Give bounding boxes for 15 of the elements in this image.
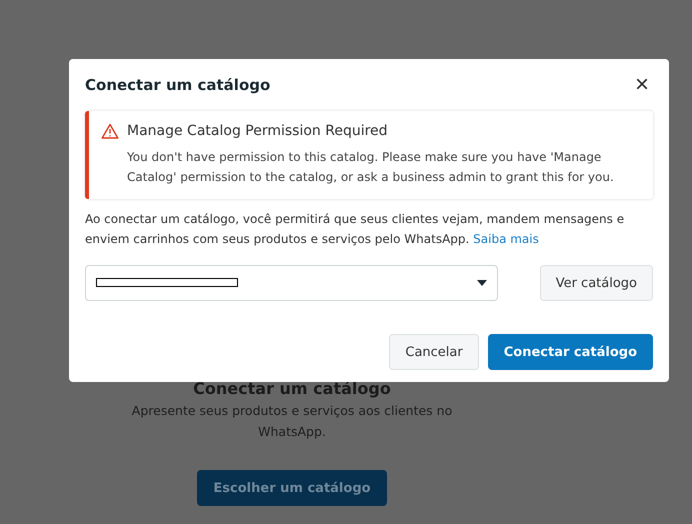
learn-more-link[interactable]: Saiba mais bbox=[473, 232, 539, 246]
warning-icon bbox=[101, 123, 119, 139]
alert-message: You don't have permission to this catalog. Please make sure you have 'Manage Catalog' permission to the catalog, or ask a business admin to grant this for you. bbox=[127, 149, 615, 186]
page-subtitle: Apresente seus produtos e serviços aos clientes no WhatsApp. bbox=[130, 402, 454, 441]
catalog-select[interactable] bbox=[85, 265, 498, 301]
view-catalog-button[interactable]: Ver catálogo bbox=[540, 265, 653, 301]
close-button[interactable]: × bbox=[630, 73, 653, 97]
choose-catalog-button[interactable]: Escolher um catálogo bbox=[197, 470, 387, 506]
page-heading: Conectar um catálogo bbox=[193, 379, 391, 398]
description-text: Ao conectar um catálogo, você permitirá que seus clientes vejam, mandem mensagens e enviem carrinhos com seus produtos e serviços pelo WhatsApp. Saiba mais bbox=[85, 211, 626, 248]
cancel-button[interactable]: Cancelar bbox=[389, 334, 479, 370]
caret-icon bbox=[476, 280, 487, 286]
dialog-title: Conectar um catálogo bbox=[85, 76, 270, 94]
alert-title: Manage Catalog Permission Required bbox=[127, 123, 388, 139]
connect-button[interactable]: Conectar catálogo bbox=[488, 334, 653, 370]
